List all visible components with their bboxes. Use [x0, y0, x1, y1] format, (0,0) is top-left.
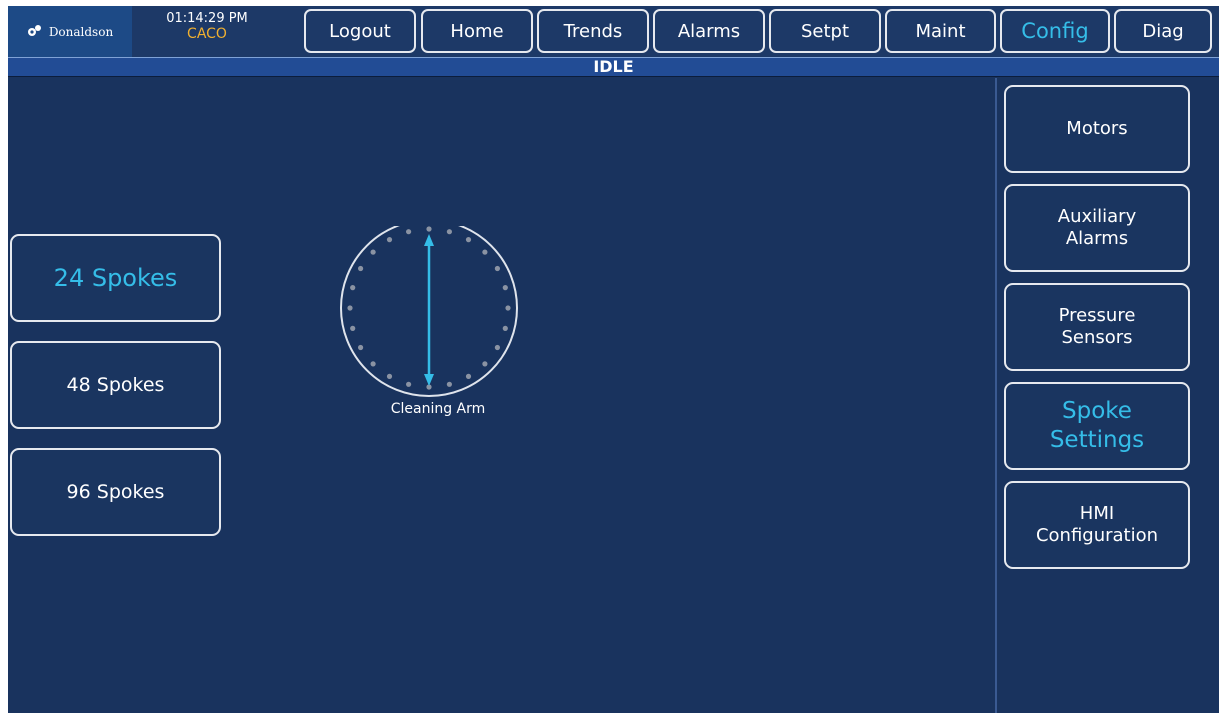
side-menu-motors-button[interactable]: Motors: [1004, 85, 1190, 173]
side-menu-label: Pressure: [1058, 305, 1136, 326]
side-menu-label: Alarms: [1065, 228, 1129, 249]
side-menu-label: Sensors: [1061, 327, 1133, 348]
spoke-dot: [350, 325, 356, 331]
side-menu-label: Spoke: [1062, 398, 1132, 424]
side-menu-label: Settings: [1049, 427, 1145, 453]
arm-arrow-up-icon: [424, 234, 434, 246]
spoke-dot: [406, 381, 412, 387]
spoke-dot: [465, 237, 472, 243]
side-menu-hmi-configuration-button[interactable]: HMI Configuration: [1004, 481, 1190, 569]
spoke-dot: [502, 325, 508, 331]
spoke-dot: [347, 305, 353, 311]
current-user: CACO: [187, 26, 227, 42]
spoke-dot: [494, 344, 500, 351]
spoke-option-96-button[interactable]: 96 Spokes: [10, 448, 221, 536]
panel-divider: [995, 78, 997, 713]
dial-caption: Cleaning Arm: [390, 401, 486, 417]
nav-home-button[interactable]: Home: [421, 9, 533, 53]
spoke-dot: [370, 361, 376, 367]
spoke-dot: [502, 285, 508, 291]
hmi-screen: Donaldson 01:14:29 PM CACO Logout Home T…: [8, 6, 1219, 713]
nav-logout-button[interactable]: Logout: [304, 9, 416, 53]
cleaning-arm-dial: [340, 226, 518, 397]
spoke-dot: [406, 229, 412, 235]
spoke-dot: [370, 249, 376, 255]
spoke-option-24-button[interactable]: 24 Spokes: [10, 234, 221, 322]
nav-diag-button[interactable]: Diag: [1114, 9, 1212, 53]
spoke-dot: [446, 229, 452, 235]
spoke-dot: [358, 344, 364, 351]
arm-arrow-down-icon: [424, 374, 434, 386]
spoke-dot: [482, 249, 488, 255]
nav-config-button[interactable]: Config: [1000, 9, 1110, 53]
logo-text: Donaldson: [48, 24, 114, 39]
nav-alarms-button[interactable]: Alarms: [653, 9, 765, 53]
side-menu-auxiliary-alarms-button[interactable]: Auxiliary Alarms: [1004, 184, 1190, 272]
donaldson-logo: Donaldson: [8, 6, 132, 57]
spoke-dot: [386, 373, 393, 379]
side-menu-spoke-settings-button[interactable]: Spoke Settings: [1004, 382, 1190, 470]
spoke-dot: [494, 265, 500, 272]
side-menu-pressure-sensors-button[interactable]: Pressure Sensors: [1004, 283, 1190, 371]
spoke-dot: [482, 361, 488, 367]
spoke-dot: [465, 373, 472, 379]
logo-icon: [27, 23, 43, 41]
side-menu-label: Motors: [1066, 118, 1128, 139]
spoke-dot: [426, 226, 432, 232]
side-menu-label: HMI: [1079, 503, 1115, 524]
nav-trends-button[interactable]: Trends: [537, 9, 649, 53]
nav-setpt-button[interactable]: Setpt: [769, 9, 881, 53]
spoke-option-48-button[interactable]: 48 Spokes: [10, 341, 221, 429]
spoke-dot: [350, 285, 356, 291]
spoke-dot: [358, 265, 364, 272]
side-menu-label: Auxiliary: [1057, 206, 1137, 227]
clock-time: 01:14:29 PM: [166, 11, 248, 26]
side-menu-label: Configuration: [1035, 525, 1159, 546]
spoke-dot: [386, 237, 393, 243]
spoke-dot: [505, 305, 511, 311]
clock-panel: 01:14:29 PM CACO: [132, 6, 282, 57]
top-bar: Donaldson 01:14:29 PM CACO Logout Home T…: [8, 6, 1219, 57]
spoke-dot: [446, 381, 452, 387]
nav-maint-button[interactable]: Maint: [885, 9, 996, 53]
status-bar: IDLE: [8, 57, 1219, 77]
